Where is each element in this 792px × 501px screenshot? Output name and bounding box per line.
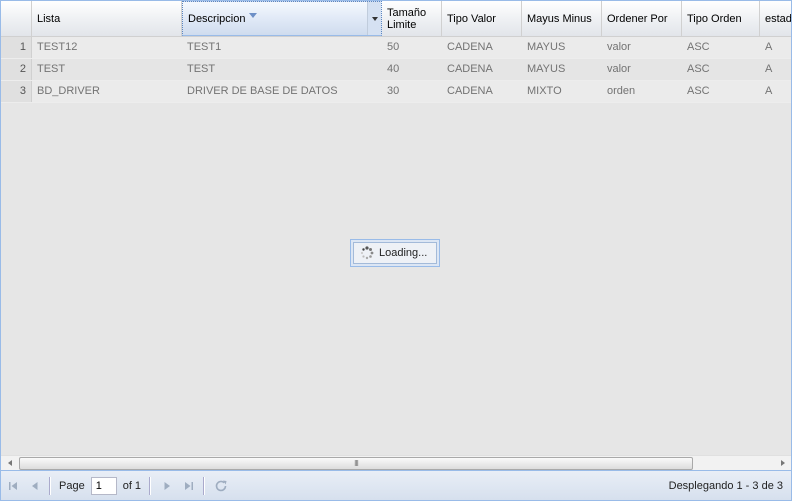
table-cell[interactable]: 30 bbox=[382, 81, 442, 102]
column-header-label: Lista bbox=[37, 12, 61, 25]
table-cell[interactable]: MAYUS bbox=[522, 59, 602, 80]
scroll-right-icon[interactable] bbox=[774, 456, 791, 470]
separator bbox=[203, 476, 206, 495]
column-header-label: Mayus Minus bbox=[527, 12, 592, 25]
last-page-icon[interactable] bbox=[179, 476, 199, 496]
data-grid: Lista Descripcion Tamaño Limite Tipo Valor M… bbox=[0, 0, 792, 501]
table-cell[interactable]: MIXTO bbox=[522, 81, 602, 102]
column-header-label: Tamaño Limite bbox=[387, 6, 427, 31]
page-label: Page bbox=[59, 479, 85, 492]
scroll-left-icon[interactable] bbox=[1, 456, 18, 470]
table-cell[interactable]: ASC bbox=[682, 37, 760, 58]
table-cell[interactable]: 40 bbox=[382, 59, 442, 80]
column-header[interactable]: estad bbox=[760, 1, 792, 36]
table-cell[interactable]: valor bbox=[602, 59, 682, 80]
table-cell[interactable]: TEST1 bbox=[182, 37, 382, 58]
horizontal-scrollbar[interactable]: III bbox=[1, 455, 791, 470]
table-cell[interactable]: CADENA bbox=[442, 37, 522, 58]
separator bbox=[149, 476, 152, 495]
row-number: 2 bbox=[1, 59, 32, 80]
column-header-label: Ordener Por bbox=[607, 12, 668, 25]
next-page-icon[interactable] bbox=[157, 476, 177, 496]
loading-text: Loading... bbox=[379, 247, 428, 259]
table-cell[interactable]: A bbox=[760, 59, 791, 80]
table-cell[interactable]: TEST12 bbox=[32, 37, 182, 58]
table-cell[interactable]: BD_DRIVER bbox=[32, 81, 182, 102]
table-cell[interactable]: ASC bbox=[682, 81, 760, 102]
column-header[interactable]: Tipo Valor bbox=[442, 1, 522, 36]
table-cell[interactable]: 50 bbox=[382, 37, 442, 58]
column-header[interactable]: Mayus Minus bbox=[522, 1, 602, 36]
table-cell[interactable]: CADENA bbox=[442, 81, 522, 102]
previous-page-icon[interactable] bbox=[25, 476, 45, 496]
page-count-label: of 1 bbox=[122, 479, 142, 492]
table-cell[interactable]: TEST bbox=[182, 59, 382, 80]
column-header[interactable]: Descripcion bbox=[182, 1, 382, 36]
column-menu-trigger-icon[interactable] bbox=[367, 2, 381, 35]
grid-header: Lista Descripcion Tamaño Limite Tipo Valor M… bbox=[1, 1, 791, 37]
column-header[interactable]: Tamaño Limite bbox=[382, 1, 442, 36]
paging-display-message: Desplegando 1 - 3 de 3 bbox=[668, 480, 783, 492]
table-cell[interactable]: DRIVER DE BASE DE DATOS bbox=[182, 81, 382, 102]
table-row[interactable]: 3 BD_DRIVER DRIVER DE BASE DE DATOS 30 CADEN… bbox=[1, 81, 791, 103]
column-header-label: Tipo Orden bbox=[687, 12, 742, 25]
column-header[interactable]: Ordener Por bbox=[602, 1, 682, 36]
table-cell[interactable]: A bbox=[760, 81, 791, 102]
table-cell[interactable]: orden bbox=[602, 81, 682, 102]
column-header-label: Descripcion bbox=[188, 12, 246, 25]
table-cell[interactable]: MAYUS bbox=[522, 37, 602, 58]
row-number: 1 bbox=[1, 37, 32, 58]
column-header[interactable]: Tipo Orden bbox=[682, 1, 760, 36]
separator bbox=[49, 476, 51, 495]
sort-descending-icon bbox=[249, 13, 258, 18]
row-number: 3 bbox=[1, 81, 32, 102]
column-header-label: estad bbox=[765, 12, 792, 25]
scrollbar-thumb[interactable]: III bbox=[19, 457, 693, 470]
table-cell[interactable]: valor bbox=[602, 37, 682, 58]
refresh-icon[interactable] bbox=[211, 476, 231, 496]
table-cell[interactable]: CADENA bbox=[442, 59, 522, 80]
loading-spinner-icon bbox=[360, 246, 374, 260]
table-row[interactable]: 1 TEST12 TEST1 50 CADENA MAYUS valor ASC A bbox=[1, 37, 791, 59]
loading-box: Loading... bbox=[353, 242, 437, 264]
paging-toolbar: Page of 1 Desplegando 1 - 3 de 3 bbox=[1, 470, 791, 500]
first-page-icon[interactable] bbox=[3, 476, 23, 496]
table-cell[interactable]: ASC bbox=[682, 59, 760, 80]
scrollbar-grip: III bbox=[354, 459, 359, 468]
table-row[interactable]: 2 TEST TEST 40 CADENA MAYUS valor ASC A bbox=[1, 59, 791, 81]
row-number-header bbox=[1, 1, 32, 36]
column-header-label: Tipo Valor bbox=[447, 12, 496, 25]
loading-mask: Loading... bbox=[350, 239, 440, 267]
table-cell[interactable]: TEST bbox=[32, 59, 182, 80]
page-number-input[interactable] bbox=[90, 476, 117, 495]
table-cell[interactable]: A bbox=[760, 37, 791, 58]
column-header[interactable]: Lista bbox=[32, 1, 182, 36]
